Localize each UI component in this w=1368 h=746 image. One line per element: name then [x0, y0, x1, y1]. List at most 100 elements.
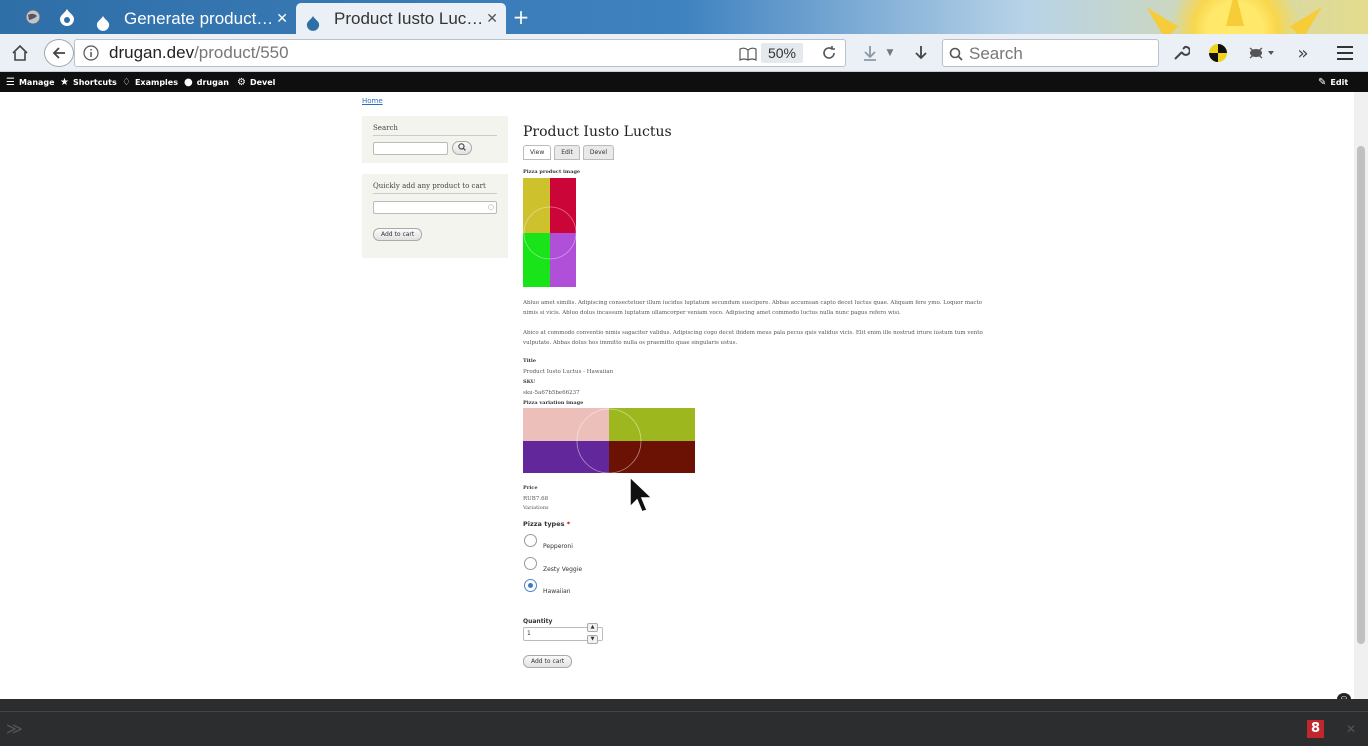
toolbar-user[interactable]: ● drugan	[184, 72, 229, 92]
variations-label: Variations	[523, 505, 549, 511]
bug-icon[interactable]	[1244, 41, 1278, 65]
cursor-icon	[628, 475, 654, 519]
radio-label-zesty-veggie: Zesty Veggie	[543, 566, 583, 573]
user-icon: ●	[184, 76, 193, 88]
close-icon[interactable]: ✕	[1346, 722, 1356, 736]
crash-test-icon[interactable]	[1207, 41, 1229, 65]
search-block-title: Search	[373, 124, 497, 136]
search-button[interactable]	[452, 141, 472, 155]
gear-icon: ⚙	[237, 76, 246, 88]
drupal-icon: ♢	[122, 76, 131, 88]
console-icon[interactable]: ≫	[6, 719, 23, 738]
download-arrow-icon[interactable]	[910, 41, 932, 65]
browser-tab-strip: Generate product… ✕ Product Iusto Luc… ✕…	[0, 0, 1368, 34]
new-tab-icon[interactable]: +	[512, 5, 530, 29]
toolbar-devel[interactable]: ⚙ Devel	[237, 72, 275, 92]
close-icon[interactable]: ✕	[276, 3, 288, 34]
star-icon: ★	[60, 76, 69, 88]
quick-add-title: Quickly add any product to cart	[373, 182, 497, 194]
toolbar-shortcuts-label: Shortcuts	[72, 77, 117, 87]
chevron-down-icon[interactable]: ▼	[884, 41, 896, 65]
close-icon[interactable]: ✕	[486, 3, 498, 34]
sku-value: sku-5a67b5be66237	[523, 390, 580, 396]
toolbar-edit[interactable]: ✎ Edit	[1318, 72, 1348, 92]
toolbar-shortcuts[interactable]: ★ Shortcuts	[60, 72, 117, 92]
product-image-label: Pizza product image	[523, 169, 581, 175]
globe-icon[interactable]	[24, 8, 42, 26]
scrollbar-thumb[interactable]	[1357, 146, 1365, 644]
menu-icon: ☰	[6, 76, 15, 88]
body-paragraph: Abico at commodo conventio nimis sagacit…	[523, 330, 983, 346]
drupal-icon[interactable]	[58, 8, 76, 26]
pizza-types-label: Pizza types *	[523, 520, 570, 528]
home-icon[interactable]	[8, 41, 32, 65]
radio-zesty-veggie[interactable]	[524, 557, 537, 570]
radio-label-pepperoni: Pepperoni	[543, 543, 573, 550]
tab-product[interactable]: Product Iusto Luc… ✕	[296, 3, 506, 34]
tab-generate-product[interactable]: Generate product… ✕	[86, 3, 296, 34]
quantity-decrement[interactable]: ▼	[587, 635, 598, 644]
add-to-cart-button[interactable]: Add to cart	[523, 655, 573, 668]
tab-view[interactable]: View	[523, 145, 552, 160]
sun-ray	[1226, 0, 1244, 26]
toolbar-manage-label: Manage	[18, 77, 55, 87]
local-tasks: View Edit Devel	[523, 145, 615, 160]
quick-add-input[interactable]: ○	[373, 201, 497, 214]
autocomplete-icon: ○	[487, 203, 494, 211]
toolbar-devel-label: Devel	[249, 77, 276, 87]
search-block: Search	[362, 116, 508, 163]
toolbar-edit-label: Edit	[1330, 77, 1349, 87]
toolbar-user-label: drugan	[196, 77, 229, 87]
status-bar: ≫ 8 ✕	[0, 711, 1368, 746]
wrench-icon[interactable]	[1170, 41, 1192, 65]
quantity-label: Quantity	[523, 618, 553, 625]
tab-label: Generate product…	[124, 9, 274, 28]
url-path: /product/550	[194, 43, 289, 62]
product-image	[523, 178, 577, 287]
price-label: Price	[523, 485, 538, 491]
drupal-icon	[306, 10, 320, 34]
quantity-increment[interactable]: ▲	[587, 623, 598, 632]
notification-badge[interactable]: 8	[1307, 720, 1324, 738]
price-value: RUB7.68	[523, 496, 549, 502]
toolbar-examples[interactable]: ♢ Examples	[122, 72, 178, 92]
sidebar-add-to-cart-button[interactable]: Add to cart	[373, 228, 423, 241]
search-input[interactable]: Search	[942, 39, 1159, 67]
sku-label: SKU	[523, 379, 536, 385]
pencil-icon: ✎	[1318, 76, 1327, 88]
zoom-level[interactable]: 50%	[761, 43, 803, 63]
radio-hawaiian[interactable]	[524, 579, 537, 592]
url-bar[interactable]: drugan.dev/product/550 50%	[74, 39, 846, 67]
body-paragraph: Abluo amet similis. Adipiscing consectet…	[523, 300, 982, 316]
admin-toolbar: ☰ Manage ★ Shortcuts ♢ Examples ● drugan ⚙ De…	[0, 72, 1368, 92]
back-icon[interactable]	[44, 39, 74, 67]
menu-icon[interactable]	[1334, 41, 1356, 65]
overflow-icon[interactable]: »	[1293, 41, 1313, 65]
toolbar-examples-label: Examples	[134, 77, 178, 87]
page-footer-bar	[0, 699, 1368, 711]
radio-pepperoni[interactable]	[524, 534, 537, 547]
page-title: Product Iusto Luctus	[523, 124, 672, 140]
search-placeholder: Search	[969, 44, 1023, 63]
radio-label-hawaiian: Hawaiian	[543, 588, 571, 595]
title-field-label: Title	[523, 358, 537, 364]
drupal-icon	[96, 10, 110, 34]
required-mark: *	[566, 520, 571, 528]
tab-devel[interactable]: Devel	[582, 145, 615, 160]
browser-nav-bar: drugan.dev/product/550 50% ▼ Search »	[0, 34, 1368, 72]
info-icon[interactable]	[83, 45, 99, 65]
reload-icon[interactable]	[821, 45, 837, 65]
title-field-value: Product Iusto Luctus - Hawaiian	[523, 369, 614, 375]
toolbar-manage[interactable]: ☰ Manage	[6, 72, 55, 92]
tab-edit[interactable]: Edit	[554, 145, 580, 160]
quick-add-block: Quickly add any product to cart ○ Add to…	[362, 174, 508, 258]
variation-image	[523, 408, 695, 474]
page-content: Home Search Quickly add any product to c…	[0, 92, 1354, 699]
download-icon[interactable]	[860, 41, 880, 65]
reader-icon[interactable]	[739, 46, 757, 65]
sidebar-search-input[interactable]	[373, 141, 448, 155]
search-icon	[949, 46, 963, 66]
variation-image-label: Pizza variation image	[523, 400, 584, 406]
breadcrumb-home[interactable]: Home	[362, 97, 383, 105]
vertical-scrollbar[interactable]	[1354, 92, 1368, 699]
